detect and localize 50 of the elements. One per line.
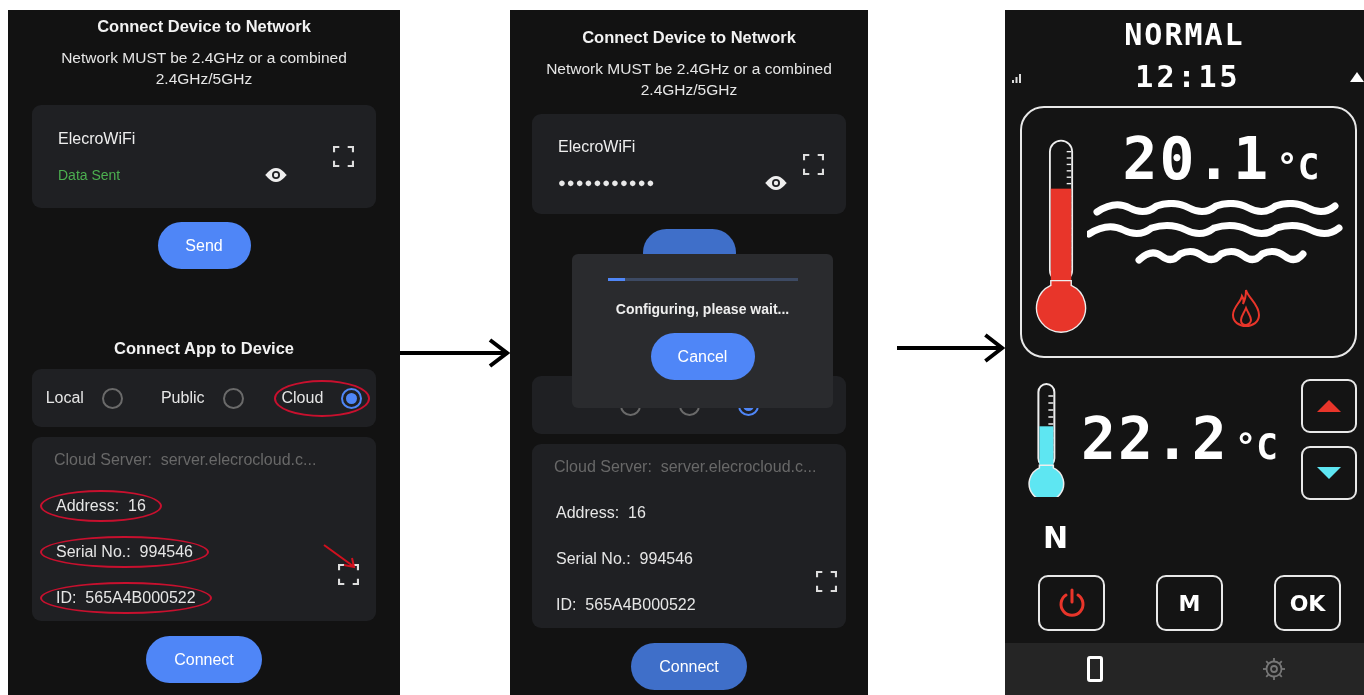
signal-icon (1012, 71, 1024, 83)
down-arrow-icon (1317, 466, 1341, 479)
network-note: Network MUST be 2.4GHz or a combined 2.4GHz/5GHz (545, 59, 833, 100)
scan-icon[interactable] (333, 146, 354, 167)
eye-icon[interactable] (764, 174, 788, 191)
phone-icon (1086, 656, 1103, 682)
device-field: Serial No.: 994546 (540, 543, 709, 575)
section-title: Connect App to Device (114, 338, 294, 358)
key-button[interactable]: OK (1274, 575, 1341, 631)
mode-text: NORMAL (1123, 18, 1246, 52)
scan-icon[interactable] (816, 571, 838, 592)
tank-temperature: 20.1 (1122, 130, 1271, 188)
device-field: ID: 565A4B000522 (40, 582, 212, 614)
radio-option[interactable]: Cloud (273, 379, 371, 417)
clock-text: 12:15 (1135, 60, 1241, 94)
setback-letter: N (1043, 520, 1069, 556)
section-title: Connect Device to Network (582, 27, 796, 47)
network-note: Network MUST be 2.4GHz or a combined 2.4GHz/5GHz (60, 48, 348, 89)
status-text: Data Sent (58, 167, 121, 183)
scan-icon[interactable] (803, 153, 824, 175)
section-title: Connect Device to Network (97, 16, 311, 36)
settings-icon (1262, 657, 1287, 681)
radio-option[interactable]: Local (37, 379, 131, 417)
temperature-unit: °C (1234, 429, 1279, 465)
thermometer-bulb (1035, 279, 1087, 333)
scan-icon[interactable] (338, 564, 359, 585)
radio-button[interactable] (341, 387, 363, 409)
device-field: Address: 16 (540, 497, 662, 529)
password-field[interactable]: ●●●●●●●●●●● (558, 175, 656, 190)
network-name[interactable]: ElecroWiFi (558, 137, 803, 156)
radio-button[interactable] (101, 387, 123, 409)
cloud-server-text: Cloud Server: server.elecrocloud.c... (54, 451, 317, 469)
temperature-unit: °C (1276, 149, 1320, 185)
dialog-message: Configuring, please wait... (615, 301, 790, 317)
radio-option[interactable]: Public (152, 379, 252, 417)
device-field: ID: 565A4B000522 (540, 589, 712, 621)
decrease-button[interactable] (1301, 445, 1357, 500)
device-field: Serial No.: 994546 (40, 536, 209, 568)
network-name[interactable]: ElecroWiFi (58, 130, 333, 148)
increase-button[interactable] (1301, 378, 1357, 433)
connect-button[interactable]: Connect (631, 643, 747, 690)
power-button[interactable] (1038, 575, 1105, 631)
room-temperature: 22.2 (1081, 410, 1229, 468)
device-field: Address: 16 (40, 490, 162, 522)
key-button[interactable]: M (1156, 575, 1223, 631)
cloud-server-text: Cloud Server: server.elecrocloud.c... (554, 458, 817, 476)
triangle-icon (1350, 72, 1364, 82)
up-arrow-icon (1317, 399, 1341, 412)
radio-button[interactable] (222, 387, 244, 409)
eye-icon[interactable] (264, 167, 288, 183)
